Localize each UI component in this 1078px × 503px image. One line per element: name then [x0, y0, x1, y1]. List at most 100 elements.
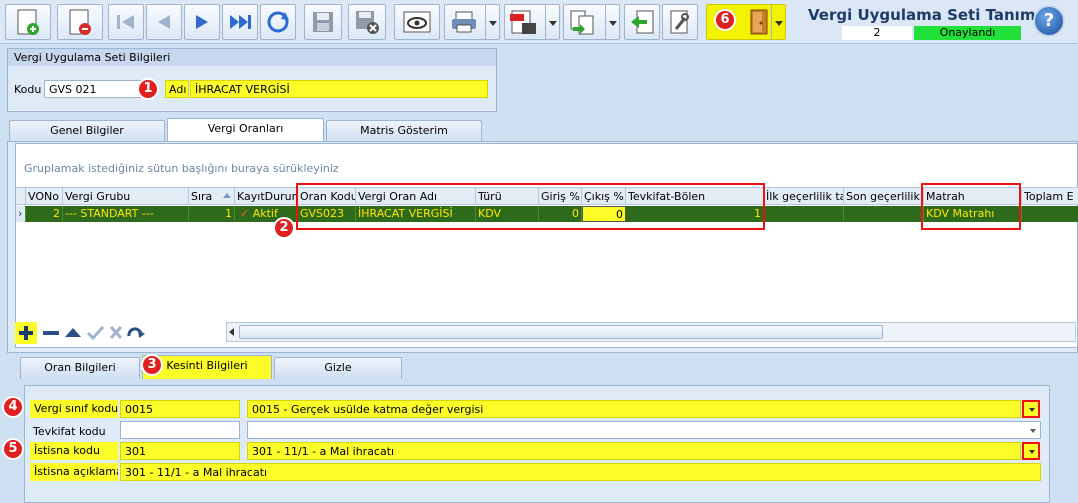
delete-row-button[interactable] [43, 331, 59, 335]
marker-4: 4 [2, 396, 24, 418]
column-header-last-valid[interactable]: Son geçerlilik tarihi [844, 188, 924, 205]
import-button[interactable] [624, 4, 660, 40]
name-field[interactable]: İHRACAT VERGİSİ [190, 80, 488, 98]
status-badge: Onaylandı [914, 26, 1021, 40]
previous-record-icon [158, 15, 170, 29]
add-row-button[interactable] [15, 322, 37, 344]
marker-5: 5 [2, 438, 24, 460]
last-record-button[interactable] [222, 4, 258, 40]
column-header-first-valid[interactable]: İlk geçerlilik tarihi [764, 188, 844, 205]
cell-first-valid[interactable] [764, 206, 844, 222]
horizontal-scrollbar[interactable] [226, 322, 1076, 342]
window-title: Vergi Uygulama Seti Tanımı [808, 6, 1041, 24]
row-indicator-icon: › [16, 206, 26, 222]
tab-tax-rates[interactable]: Vergi Oranları [167, 118, 324, 142]
help-button[interactable]: ? [1033, 5, 1065, 37]
first-record-button[interactable] [108, 4, 144, 40]
import-icon [631, 10, 654, 34]
chevron-down-icon[interactable] [1030, 429, 1036, 436]
exemption-note-field[interactable]: 301 - 11/1 - a Mal ihracatı [120, 463, 1041, 481]
sort-ascending-icon [223, 193, 231, 198]
tab-rate-info[interactable]: Oran Bilgileri [20, 357, 140, 379]
tools-button[interactable] [662, 4, 698, 40]
confirm-button[interactable] [86, 325, 105, 341]
chevron-down-icon [545, 5, 559, 39]
exemption-code-field[interactable]: 301 [120, 442, 240, 460]
set-info-header: Vergi Uygulama Seti Bilgileri [8, 49, 496, 66]
scroll-left-icon[interactable] [229, 328, 234, 336]
cell-last-valid[interactable] [844, 206, 924, 222]
preview-button[interactable] [394, 4, 440, 40]
preview-icon [403, 11, 431, 33]
column-header-vono[interactable]: VONo [26, 188, 63, 205]
row-indicator-header [16, 188, 26, 205]
cancel-edit-button[interactable] [109, 325, 123, 340]
save-close-button[interactable] [348, 4, 386, 40]
tab-general-info[interactable]: Genel Bilgiler [9, 120, 165, 142]
tools-icon [670, 10, 689, 34]
checkmark-icon: ✓ [240, 207, 250, 220]
new-document-icon [17, 9, 39, 35]
cell-vono[interactable]: 2 [26, 206, 63, 222]
refresh-button[interactable] [260, 4, 296, 40]
first-record-icon [117, 15, 134, 29]
chevron-down-icon [485, 5, 499, 39]
tab-matrix-view[interactable]: Matris Gösterim [326, 120, 482, 142]
scrollbar-thumb[interactable] [239, 325, 883, 339]
tab-hide[interactable]: Gizle [274, 357, 402, 379]
withholding-select[interactable] [247, 421, 1041, 439]
withholding-label: Tevkifat kodu [33, 425, 106, 438]
code-field[interactable]: GVS 021 [44, 80, 152, 98]
marker-1: 1 [137, 78, 159, 100]
exit-door-icon [750, 9, 768, 35]
cell-total[interactable] [1022, 206, 1078, 222]
exemption-dropdown-button[interactable] [1022, 442, 1040, 460]
grid-navigator [15, 322, 225, 344]
cancel-icon [109, 325, 123, 340]
name-label: Adı [165, 80, 189, 98]
cell-order[interactable]: 1 [189, 206, 235, 222]
refresh-grid-button[interactable] [127, 327, 145, 338]
column-header-record-status[interactable]: KayıtDurumu [235, 188, 298, 205]
marker-2: 2 [273, 217, 295, 239]
withholding-code-field[interactable] [120, 421, 240, 439]
tax-class-select[interactable]: 0015 - Gerçek usülde katma değer vergisi [247, 400, 1021, 418]
save-icon [313, 12, 333, 32]
last-record-icon [230, 15, 251, 29]
next-record-button[interactable] [184, 4, 220, 40]
group-by-hint: Gruplamak istediğiniz sütun başlığını bu… [24, 162, 339, 175]
cell-tax-group[interactable]: --- STANDART --- [63, 206, 189, 222]
save-button[interactable] [304, 4, 342, 40]
column-header-tax-group[interactable]: Vergi Grubu [63, 188, 189, 205]
copy-icon [570, 10, 594, 35]
tax-rates-grid: Gruplamak istediğiniz sütun başlığını bu… [15, 143, 1078, 348]
save-close-icon [356, 11, 379, 34]
delete-document-icon [69, 9, 91, 35]
marker-3: 3 [141, 354, 163, 376]
delete-document-button[interactable] [57, 4, 103, 40]
column-header-total[interactable]: Toplam E [1022, 188, 1078, 205]
marker-6: 6 [714, 9, 736, 31]
tax-class-dropdown-button[interactable] [1022, 400, 1040, 418]
move-up-button[interactable] [65, 328, 81, 337]
code-label: Kodu [14, 83, 42, 96]
next-record-icon [196, 15, 208, 29]
highlight-base-column [921, 183, 1021, 230]
column-header-order[interactable]: Sıra [189, 188, 235, 205]
new-document-button[interactable] [5, 4, 51, 40]
exemption-note-label: İstisna açıklaması [30, 463, 118, 481]
pdf-dropdown-button[interactable] [504, 4, 560, 40]
print-dropdown-button[interactable] [444, 4, 500, 40]
exemption-select[interactable]: 301 - 11/1 - a Mal ihracatı [247, 442, 1021, 460]
tax-class-label: Vergi sınıf kodu [30, 400, 118, 418]
pdf-icon [510, 10, 536, 34]
previous-record-button[interactable] [146, 4, 182, 40]
check-icon [86, 325, 105, 341]
refresh-icon [267, 11, 289, 33]
status-number: 2 [842, 26, 912, 40]
chevron-down-icon [605, 5, 619, 39]
tax-class-code-field[interactable]: 0015 [120, 400, 240, 418]
copy-dropdown-button[interactable] [563, 4, 620, 40]
chevron-down-icon [771, 5, 785, 39]
exemption-label: İstisna kodu [30, 442, 118, 460]
